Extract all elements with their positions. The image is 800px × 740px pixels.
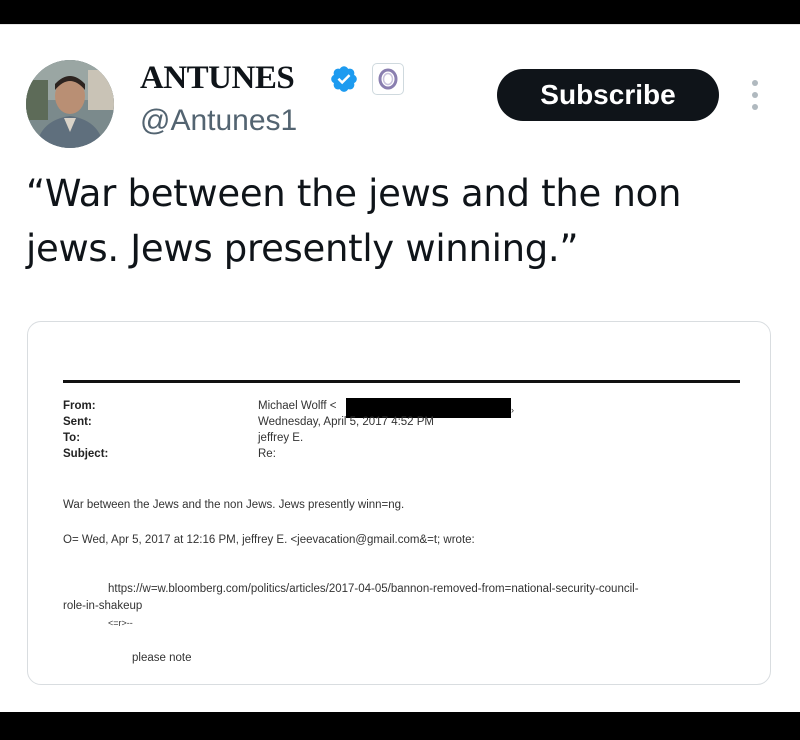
more-vertical-icon[interactable]: [748, 78, 762, 112]
email-link-continued: role-in-shakeup: [63, 600, 143, 612]
email-to-value: jeffrey E.: [258, 432, 304, 444]
email-note: please note: [132, 652, 192, 664]
email-body-line: War between the Jews and the non Jews. J…: [63, 499, 405, 511]
ring-icon: [378, 68, 398, 90]
email-sent-label: Sent:: [63, 416, 92, 428]
email-to-label: To:: [63, 432, 81, 444]
tweet-card: ANTUNES @Antunes1 Subscribe “War between…: [0, 24, 800, 712]
email-link: https://w=w.bloomberg.com/politics/artic…: [108, 583, 639, 595]
email-sent-value: Wednesday, April 5, 2017 4:52 PM: [258, 416, 435, 428]
avatar[interactable]: [26, 60, 114, 148]
redaction-bar: [346, 398, 511, 418]
divider: [0, 24, 800, 25]
verified-badge-icon[interactable]: [329, 64, 359, 94]
author-name[interactable]: ANTUNES: [140, 60, 295, 97]
profile-photo-icon: [26, 60, 114, 148]
email-from-label: From:: [63, 400, 96, 412]
email-subject-label: Subject:: [63, 448, 109, 460]
author-handle[interactable]: @Antunes1: [140, 104, 297, 138]
email-from-value: Michael Wolff <: [258, 400, 337, 412]
email-subject-value: Re:: [258, 448, 276, 460]
subscribe-button[interactable]: Subscribe: [497, 69, 719, 121]
attached-email-image[interactable]: From: Sent: To: Subject: Michael Wolff <…: [27, 321, 771, 685]
email-marker: <=r>--: [108, 618, 133, 628]
email-quoted-header: O= Wed, Apr 5, 2017 at 12:16 PM, jeffrey…: [63, 534, 475, 546]
email-from-close-bracket: ›: [511, 405, 514, 415]
affiliate-badge-icon[interactable]: [372, 63, 404, 95]
email-header-rule: [63, 380, 740, 383]
tweet-text: “War between the jews and the non jews. …: [26, 172, 682, 270]
